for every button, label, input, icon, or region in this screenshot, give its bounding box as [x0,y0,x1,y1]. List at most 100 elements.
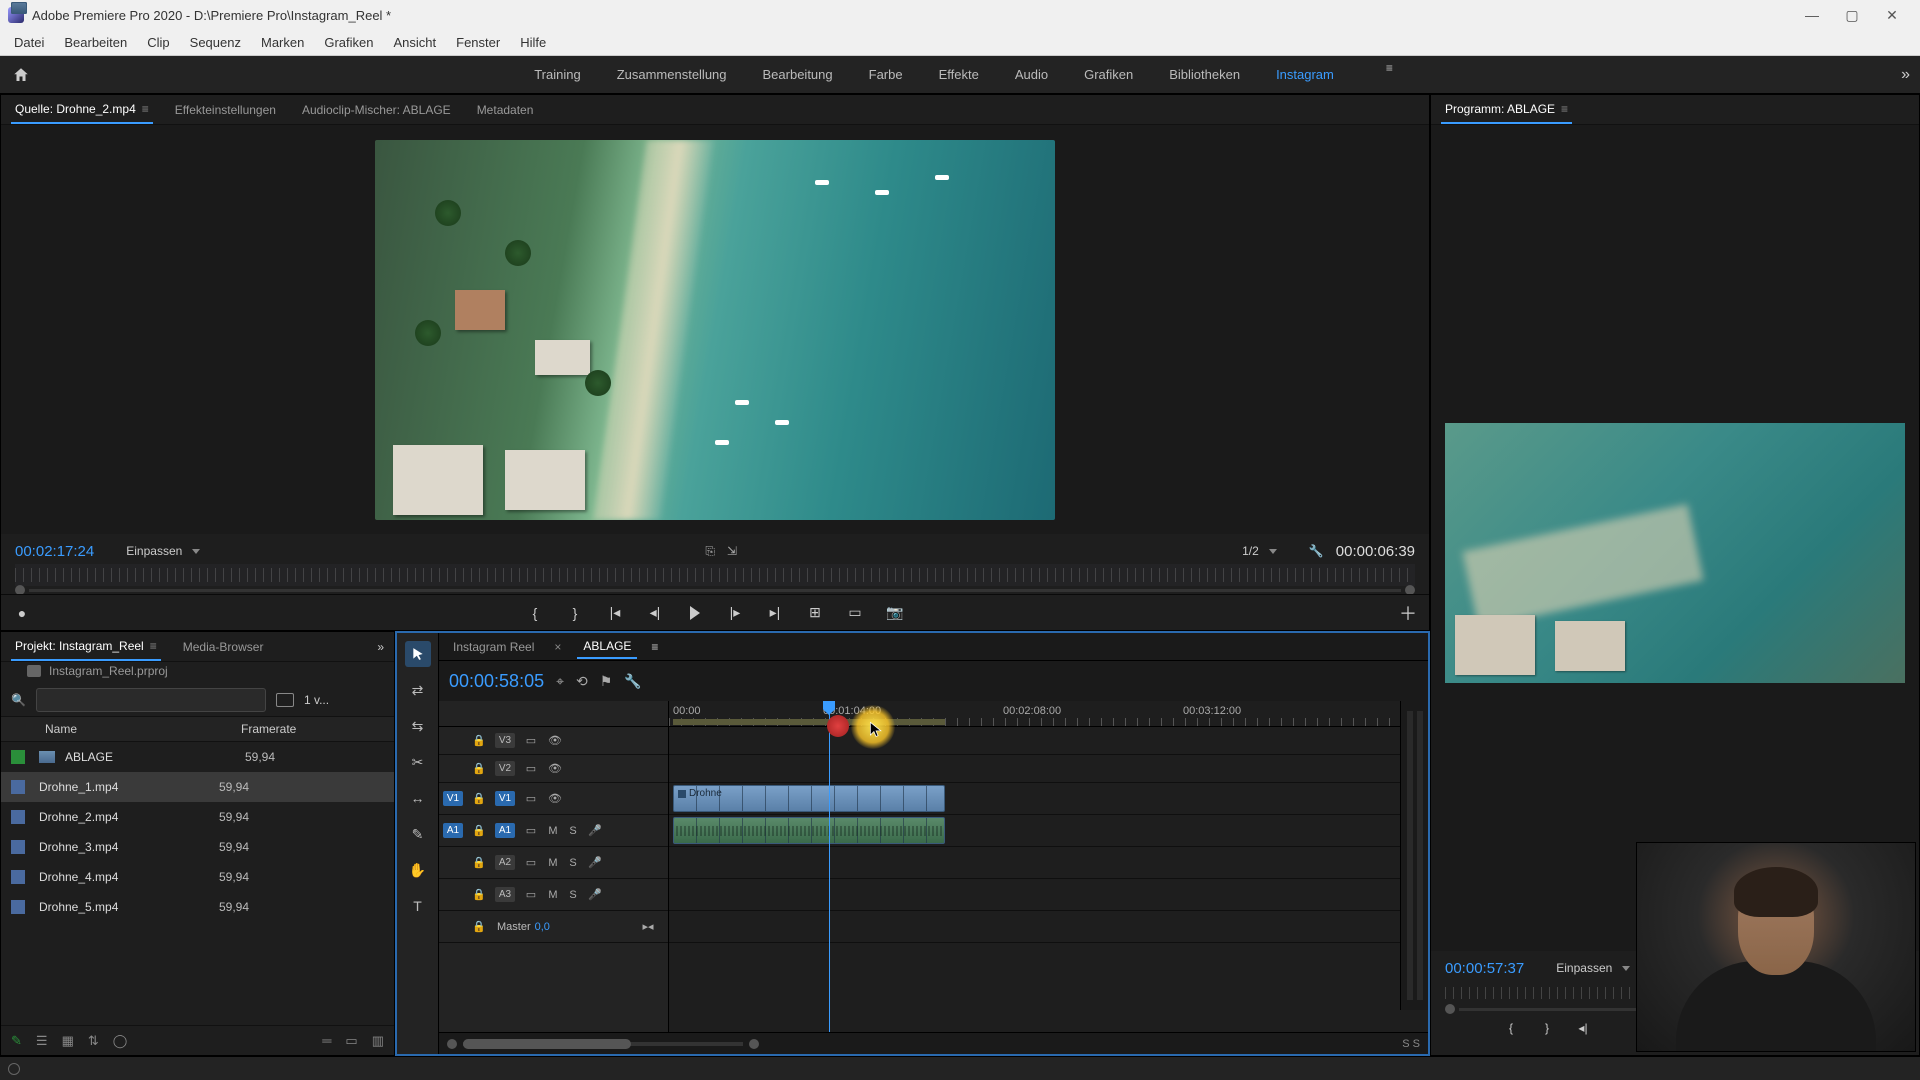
zoom-scrollbar[interactable] [463,1042,743,1046]
project-item[interactable]: ABLAGE 59,94 [1,742,394,772]
prog-mark-out-button[interactable]: } [1537,1018,1557,1038]
master-out-icon[interactable]: ▸◂ [628,911,668,942]
razor-tool[interactable]: ✂ [405,749,431,775]
icon-view-icon[interactable]: ▦ [62,1033,74,1049]
project-expand-button[interactable]: » [377,640,384,654]
workspace-grafiken[interactable]: Grafiken [1080,61,1137,88]
snap-icon[interactable]: ⌖ [556,673,564,690]
source-monitor[interactable] [1,125,1429,534]
sort-icon[interactable]: ⇅ [88,1033,99,1049]
tab-media-browser[interactable]: Media-Browser [179,634,268,660]
target-a2[interactable]: A2 [495,855,515,870]
project-item[interactable]: Drohne_3.mp4 59,94 [1,832,394,862]
home-button[interactable] [10,64,32,86]
program-monitor[interactable] [1431,125,1919,951]
source-a1[interactable]: A1 [443,823,463,838]
workspace-farbe[interactable]: Farbe [865,61,907,88]
find-icon[interactable]: ═ [322,1033,331,1048]
source-zoom-select[interactable]: Einpassen [126,544,200,558]
add-button[interactable]: ＋ [1397,602,1419,624]
project-item[interactable]: Drohne_2.mp4 59,94 [1,802,394,832]
lock-icon[interactable]: 🔒 [467,815,491,846]
insert-overwrite-icon[interactable]: ⎘ [705,544,715,559]
lock-icon[interactable]: 🔒 [467,911,491,942]
selection-tool[interactable] [405,641,431,667]
slip-tool[interactable]: ↔ [405,785,431,811]
target-a3[interactable]: A3 [495,887,515,902]
timeline-tab-reel[interactable]: Instagram Reel [447,636,540,658]
project-item[interactable]: Drohne_4.mp4 59,94 [1,862,394,892]
work-area-bar[interactable] [673,719,945,725]
insert-button[interactable]: ⊞ [804,602,826,624]
hand-tool[interactable]: ✋ [405,857,431,883]
workspace-bibliotheken[interactable]: Bibliotheken [1165,61,1244,88]
timeline-area[interactable]: 00:00 00:01:04:00 00:02:08:00 00:03:12:0… [669,701,1428,1032]
timeline-tab-menu-icon[interactable]: ≡ [651,640,658,654]
playhead[interactable] [829,701,830,1032]
tab-audio-mixer[interactable]: Audioclip-Mischer: ABLAGE [298,97,455,123]
lane-master[interactable] [669,911,1428,943]
ripple-tool[interactable]: ⇆ [405,713,431,739]
prog-mark-in-button[interactable]: { [1501,1018,1521,1038]
tab-project-menu-icon[interactable]: ≡ [150,639,157,653]
prog-step-back-button[interactable]: ◂| [1573,1018,1593,1038]
track-head-master[interactable]: 🔒 Master 0,0 ▸◂ [439,911,668,943]
solo-button[interactable]: S [563,815,583,846]
track-head-v2[interactable]: 🔒 V2 ▭ 👁 [439,755,668,783]
lane-v2[interactable] [669,755,1428,783]
play-button[interactable] [684,602,706,624]
step-fwd-button[interactable]: |▸ [724,602,746,624]
linked-sel-icon[interactable]: ⟲ [576,673,588,690]
lock-icon[interactable]: 🔒 [467,727,491,754]
zoom-in-handle[interactable] [749,1039,759,1049]
source-v1[interactable]: V1 [443,791,463,806]
workspace-instagram[interactable]: Instagram [1272,61,1338,88]
tab-metadata[interactable]: Metadaten [473,97,538,123]
track-head-a2[interactable]: 🔒 A2 ▭ M S 🎤 [439,847,668,879]
timeline-tab-close[interactable]: × [554,640,561,654]
project-item[interactable]: Drohne_5.mp4 59,94 [1,892,394,922]
prog-play-button[interactable] [1609,1018,1629,1038]
lock-icon[interactable]: 🔒 [467,847,491,878]
type-tool[interactable]: T [405,893,431,919]
timeline-timecode[interactable]: 00:00:58:05 [449,671,544,692]
voiceover-icon[interactable]: 🎤 [583,815,607,846]
workspace-bearbeitung[interactable]: Bearbeitung [759,61,837,88]
track-head-a1[interactable]: A1 🔒 A1 ▭ M S 🎤 [439,815,668,847]
mute-button[interactable]: M [543,847,563,878]
menu-clip[interactable]: Clip [137,31,179,54]
mute-button[interactable]: M [543,879,563,910]
col-framerate[interactable]: Framerate [241,722,394,736]
goto-in-button[interactable]: |◂ [604,602,626,624]
step-back-button[interactable]: ◂| [644,602,666,624]
source-timecode-out[interactable]: 00:00:06:39 [1336,543,1415,560]
tab-effect-settings[interactable]: Effekteinstellungen [171,97,280,123]
settings-icon[interactable]: 🔧 [624,673,641,690]
voiceover-icon[interactable]: 🎤 [583,879,607,910]
lock-icon[interactable]: 🔒 [467,879,491,910]
minimize-button[interactable]: — [1792,0,1832,30]
pen-tool[interactable]: ✎ [405,821,431,847]
tab-project[interactable]: Projekt: Instagram_Reel ≡ [11,633,161,661]
source-timecode-in[interactable]: 00:02:17:24 [15,543,94,560]
goto-out-button[interactable]: ▸| [764,602,786,624]
source-ruler[interactable] [15,568,1415,582]
mute-button[interactable]: M [543,815,563,846]
new-item-icon[interactable]: ▭ [345,1033,357,1049]
export-frame-button[interactable]: 📷 [884,602,906,624]
auto-seq-icon[interactable]: ◯ [113,1033,128,1049]
menu-ansicht[interactable]: Ansicht [383,31,446,54]
tab-source[interactable]: Quelle: Drohne_2.mp4 ≡ [11,96,153,124]
master-value[interactable]: 0,0 [535,921,550,933]
target-v3[interactable]: V3 [495,733,515,748]
solo-button[interactable]: S [563,879,583,910]
target-v1[interactable]: V1 [495,791,515,806]
timeline-tab-ablage[interactable]: ABLAGE [577,635,637,659]
voiceover-icon[interactable]: 🎤 [583,847,607,878]
close-button[interactable]: ✕ [1872,0,1912,30]
timeline-ruler[interactable]: 00:00 00:01:04:00 00:02:08:00 00:03:12:0… [669,701,1428,727]
lane-v1[interactable]: Drohne [669,783,1428,815]
clear-icon[interactable]: ▥ [372,1033,384,1049]
source-scrollbar[interactable] [15,586,1415,594]
lane-a2[interactable] [669,847,1428,879]
